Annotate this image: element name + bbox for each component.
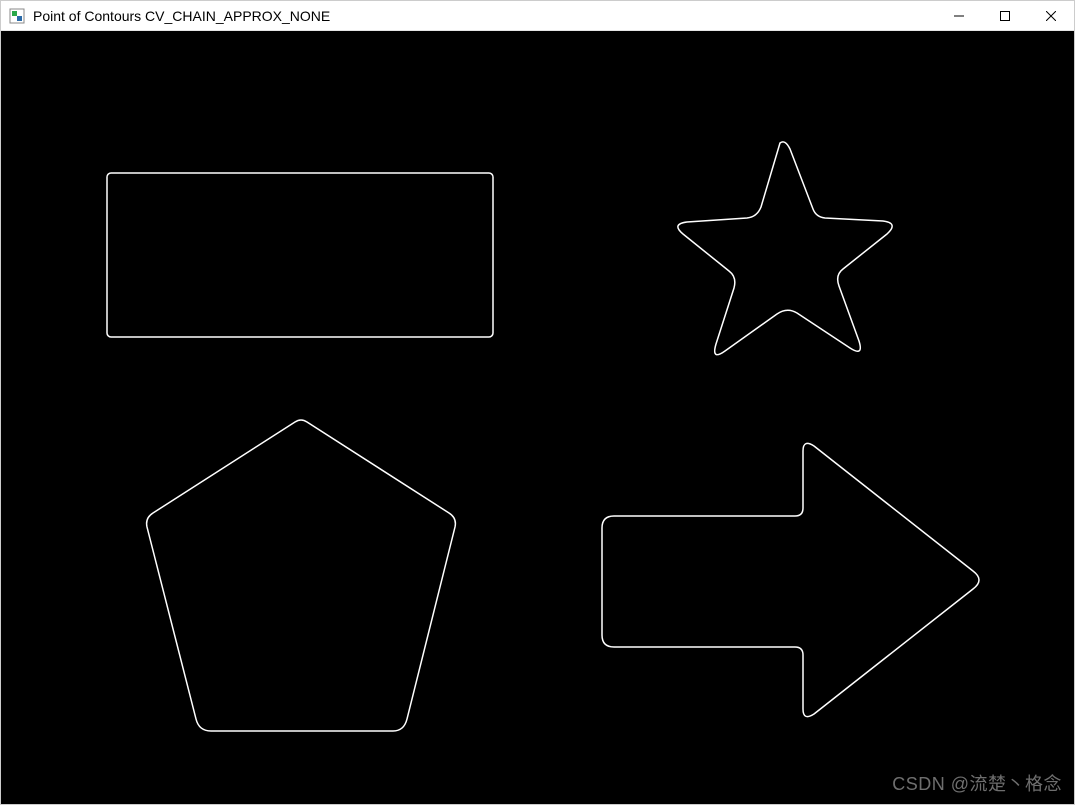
application-window: Point of Contours CV_CHAIN_APPROX_NONE xyxy=(0,0,1075,805)
image-canvas: CSDN @流楚丶格念 xyxy=(1,31,1074,804)
titlebar[interactable]: Point of Contours CV_CHAIN_APPROX_NONE xyxy=(1,1,1074,31)
close-button[interactable] xyxy=(1028,1,1074,30)
pentagon-contour xyxy=(147,420,456,731)
contours-svg xyxy=(1,31,1074,804)
app-icon xyxy=(9,8,25,24)
maximize-button[interactable] xyxy=(982,1,1028,30)
star-contour xyxy=(678,142,892,355)
rectangle-contour xyxy=(107,173,493,337)
window-title: Point of Contours CV_CHAIN_APPROX_NONE xyxy=(33,8,330,24)
window-controls xyxy=(936,1,1074,30)
arrow-contour xyxy=(602,443,979,716)
minimize-button[interactable] xyxy=(936,1,982,30)
